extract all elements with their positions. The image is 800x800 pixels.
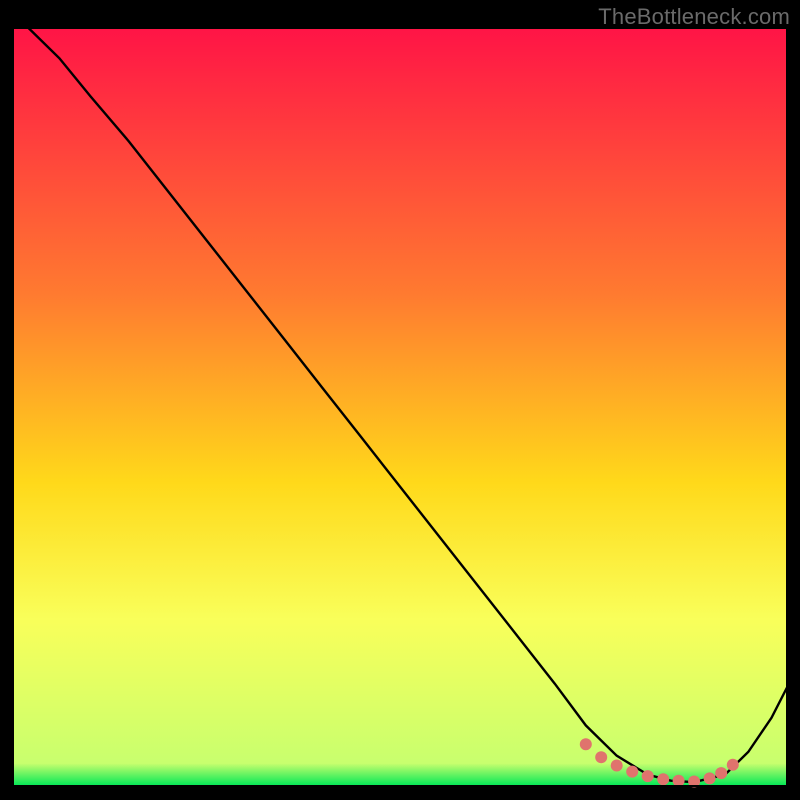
optimal-marker <box>580 738 592 750</box>
optimal-marker <box>642 770 654 782</box>
optimal-marker <box>595 751 607 763</box>
optimal-marker <box>715 767 727 779</box>
optimal-marker <box>673 775 685 787</box>
optimal-marker <box>611 760 623 772</box>
chart-stage: TheBottleneck.com <box>0 0 800 800</box>
optimal-marker <box>727 759 739 771</box>
optimal-marker <box>704 772 716 784</box>
optimal-marker <box>626 766 638 778</box>
watermark-text: TheBottleneck.com <box>598 4 790 30</box>
bottleneck-chart <box>0 0 800 800</box>
optimal-marker <box>657 773 669 785</box>
